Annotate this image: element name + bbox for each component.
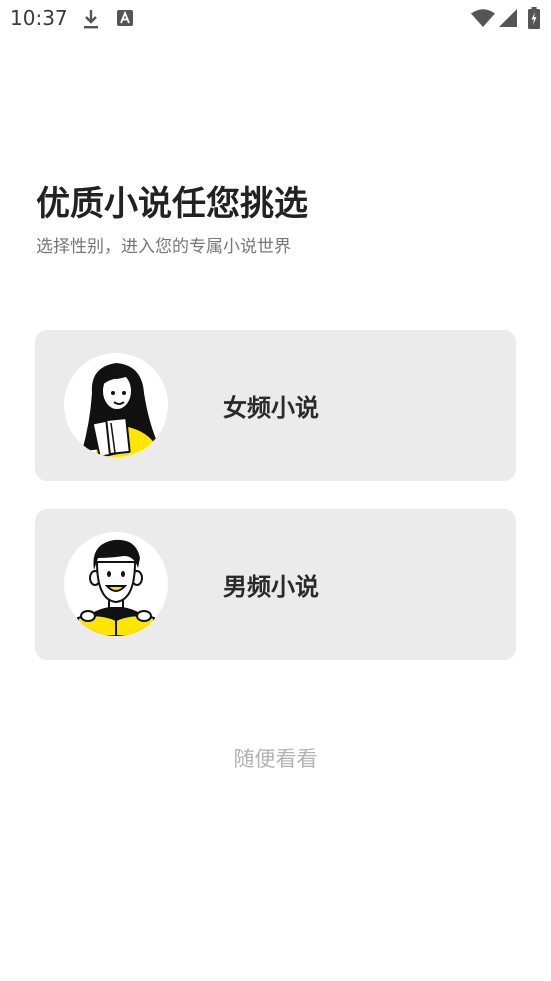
status-bar: 10:37: [0, 0, 551, 36]
wifi-icon: [471, 9, 495, 27]
girl-avatar-icon: [64, 353, 168, 457]
boy-avatar-icon: [64, 532, 168, 636]
male-novel-label: 男频小说: [223, 573, 319, 601]
download-icon: [84, 10, 98, 29]
cell-signal-icon: [499, 9, 517, 27]
gender-select-screen: 10:37 优质小说任您挑选 选择性别，进入您的专属小说世界 女频小说 男频小说…: [0, 0, 551, 981]
female-novel-label: 女频小说: [223, 394, 319, 422]
battery-charging-icon: [528, 7, 540, 29]
female-novel-option[interactable]: 女频小说: [35, 330, 516, 481]
status-time: 10:37: [10, 6, 68, 30]
male-novel-option[interactable]: 男频小说: [35, 509, 516, 660]
page-subtitle: 选择性别，进入您的专属小说世界: [36, 237, 291, 257]
page-title: 优质小说任您挑选: [36, 184, 308, 224]
a-notification-icon: [117, 10, 133, 26]
browse-randomly-link[interactable]: 随便看看: [0, 743, 551, 773]
